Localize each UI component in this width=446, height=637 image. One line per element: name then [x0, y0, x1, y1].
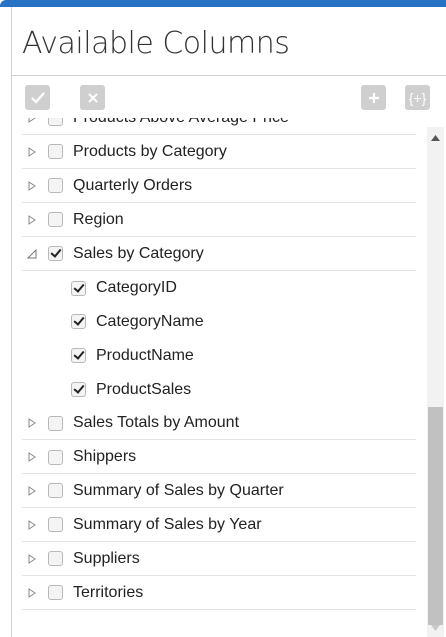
tree-item-label: Shippers [73, 448, 137, 465]
tree-item-label: CategoryID [96, 279, 177, 296]
tree-item-label: Products by Category [73, 142, 227, 160]
tree-item[interactable]: Sales Totals by Amount [22, 407, 416, 441]
tree-child-item[interactable]: ProductSales [22, 373, 416, 406]
expand-triangle-icon[interactable] [24, 585, 40, 601]
expand-triangle-icon[interactable] [24, 144, 40, 160]
vertical-scrollbar[interactable] [427, 127, 444, 637]
column-checkbox[interactable] [48, 246, 63, 262]
expand-triangle-icon[interactable] [24, 483, 40, 499]
plus-icon [368, 92, 379, 103]
tree-item[interactable]: Suppliers [22, 543, 416, 576]
tree-item-label: ProductSales [96, 380, 192, 398]
title-divider [12, 75, 446, 76]
columns-tree: Products Above Average Price Products by … [22, 118, 416, 637]
add-column-button[interactable] [361, 85, 386, 110]
tree-item-label: Suppliers [73, 549, 140, 567]
tree-item[interactable]: Territories [22, 577, 416, 610]
tree-child-item[interactable]: CategoryID [22, 272, 416, 305]
tree-item[interactable]: Shippers [22, 441, 416, 474]
uncheck-all-button[interactable] [80, 85, 105, 110]
expand-triangle-icon[interactable] [24, 212, 40, 228]
tree-item-label: Quarterly Orders [73, 176, 193, 194]
tree-item-label: Summary of Sales by Quarter [73, 481, 284, 499]
tree-item[interactable]: Products Above Average Price [22, 118, 416, 135]
scroll-up-arrow[interactable] [427, 135, 444, 145]
column-checkbox[interactable] [48, 517, 63, 533]
close-icon [87, 92, 98, 103]
tree-item-label: Products Above Average Price [73, 118, 289, 127]
tree-item[interactable]: Region [22, 204, 416, 237]
expand-triangle-icon[interactable] [24, 178, 40, 194]
tree-item-label: Sales Totals by Amount [73, 414, 240, 432]
column-checkbox[interactable] [71, 382, 86, 398]
tree-child-item[interactable]: ProductName [22, 339, 416, 372]
column-checkbox[interactable] [48, 212, 63, 228]
column-checkbox[interactable] [71, 348, 86, 364]
tree-item-label: CategoryName [96, 312, 204, 330]
panel-top-accent-bar [0, 0, 446, 7]
tree-item[interactable]: Products by Category [22, 136, 416, 169]
tree-child-item[interactable]: CategoryName [22, 305, 416, 338]
tree-item[interactable]: Summary of Sales by Year [22, 509, 416, 542]
add-expression-button[interactable]: {+} [405, 85, 430, 110]
column-checkbox[interactable] [48, 118, 63, 126]
tree-item-label: Region [73, 210, 124, 228]
column-checkbox[interactable] [48, 449, 63, 465]
check-icon [30, 91, 45, 104]
tree-item[interactable]: Sales by Category [22, 238, 416, 271]
tree-item-label: ProductName [96, 346, 194, 364]
expand-triangle-icon[interactable] [24, 449, 40, 465]
tree-item-label: Territories [73, 583, 144, 601]
panel-title: Available Columns [22, 26, 290, 61]
tree-item[interactable]: Quarterly Orders [22, 170, 416, 203]
expand-triangle-icon[interactable] [24, 517, 40, 533]
expand-triangle-icon[interactable] [24, 551, 40, 567]
column-checkbox[interactable] [48, 144, 63, 160]
tree-item[interactable]: Summary of Sales by Quarter [22, 475, 416, 508]
tree-item-label: Summary of Sales by Year [73, 515, 262, 533]
column-checkbox[interactable] [48, 178, 63, 194]
column-checkbox[interactable] [48, 483, 63, 499]
scroll-thumb[interactable] [428, 407, 443, 625]
column-checkbox[interactable] [71, 314, 86, 330]
collapse-triangle-icon[interactable] [24, 246, 40, 262]
expand-triangle-icon[interactable] [24, 415, 40, 431]
column-checkbox[interactable] [48, 415, 63, 431]
tree-item-label: Sales by Category [73, 244, 204, 262]
column-checkbox[interactable] [48, 551, 63, 567]
check-all-button[interactable] [25, 85, 50, 110]
braces-plus-icon: {+} [408, 89, 427, 106]
scroll-down-arrow[interactable] [427, 625, 444, 635]
column-checkbox[interactable] [48, 585, 63, 601]
expand-triangle-icon[interactable] [24, 118, 40, 126]
column-checkbox[interactable] [71, 280, 86, 296]
